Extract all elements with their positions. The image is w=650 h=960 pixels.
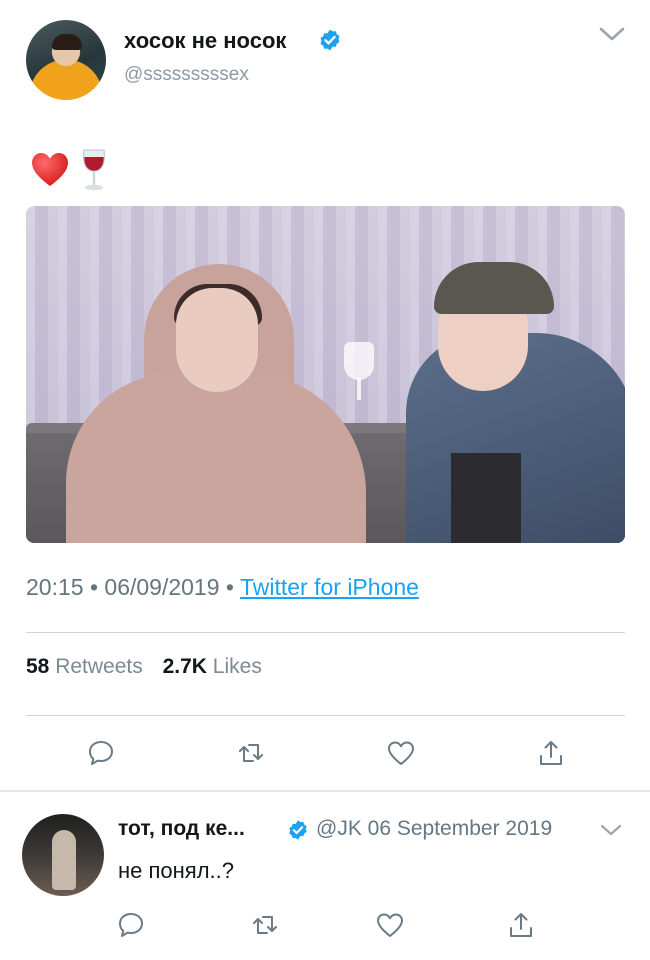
- tweet-date: 06/09/2019: [104, 574, 220, 600]
- like-icon[interactable]: [375, 910, 405, 940]
- tweet-photo[interactable]: [26, 206, 625, 543]
- tweet-source-link[interactable]: Twitter for iPhone: [240, 574, 419, 600]
- share-icon[interactable]: [536, 738, 566, 768]
- reply-icon[interactable]: [116, 910, 146, 940]
- author-handle[interactable]: @sssssssssex: [124, 64, 249, 86]
- author-display-name[interactable]: хосок не носок: [124, 28, 286, 54]
- retweets-label[interactable]: Retweets: [55, 655, 143, 678]
- meta-separator: •: [89, 574, 99, 600]
- wine-glass-emoji-icon: [83, 149, 105, 191]
- author-avatar[interactable]: [26, 20, 106, 100]
- meta-separator-2: •: [225, 574, 234, 600]
- reply-author-avatar[interactable]: [22, 814, 104, 896]
- red-heart-emoji-icon: [32, 153, 68, 186]
- reply-tweet[interactable]: тот, под ке... @JK 06 September 2019 не …: [0, 792, 650, 960]
- main-tweet: хосок не носок @sssssssssex 20:15 • 06/0…: [0, 0, 650, 790]
- share-icon[interactable]: [506, 910, 536, 940]
- tweet-stats: 58 Retweets 2.7K Likes: [26, 655, 276, 679]
- tweet-time: 20:15: [26, 574, 84, 600]
- chevron-down-icon[interactable]: [600, 822, 622, 838]
- divider: [26, 632, 625, 633]
- reply-handle-date: @JK 06 September 2019: [316, 817, 553, 840]
- reply-display-name[interactable]: тот, под ке...: [118, 817, 245, 841]
- divider: [26, 715, 625, 716]
- retweet-icon[interactable]: [236, 738, 266, 768]
- reply-icon[interactable]: [86, 738, 116, 768]
- retweet-icon[interactable]: [250, 910, 280, 940]
- retweets-count[interactable]: 58: [26, 655, 49, 678]
- like-icon[interactable]: [386, 738, 416, 768]
- likes-count[interactable]: 2.7K: [163, 655, 207, 678]
- verified-badge-icon: [320, 29, 340, 51]
- chevron-down-icon[interactable]: [598, 24, 626, 44]
- verified-badge-icon: [289, 820, 307, 840]
- reply-body-text: не понял..?: [118, 858, 235, 883]
- likes-label[interactable]: Likes: [213, 655, 262, 678]
- tweet-timestamp-line: 20:15 • 06/09/2019 • Twitter for iPhone: [26, 574, 419, 601]
